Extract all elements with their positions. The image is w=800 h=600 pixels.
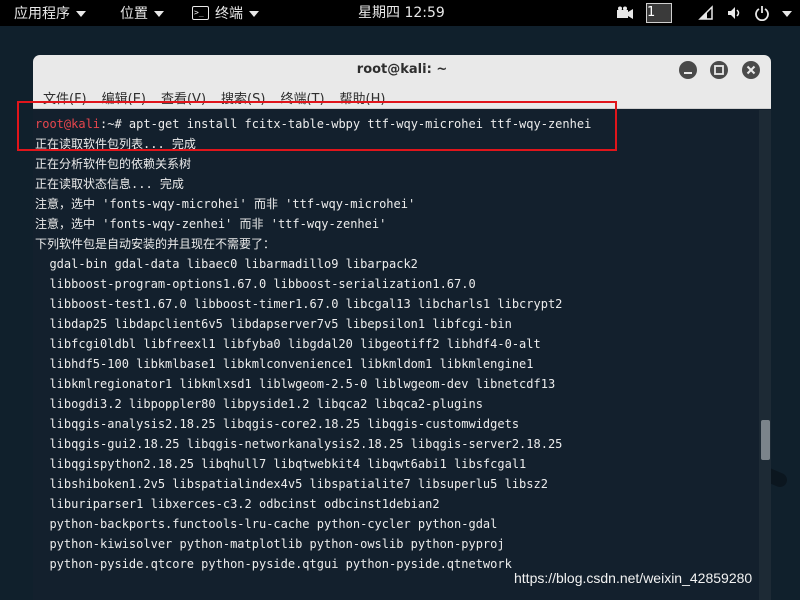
- output-line: 正在读取软件包列表... 完成: [35, 137, 196, 151]
- output-line: liburiparser1 libxerces-c3.2 odbcinst od…: [35, 497, 440, 511]
- command-line: root@kali:~# apt-get install fcitx-table…: [35, 114, 591, 134]
- system-menu-chevron-icon[interactable]: [782, 9, 792, 17]
- output-line: libshiboken1.2v5 libspatialindex4v5 libs…: [35, 477, 548, 491]
- menu-bar: 文件(F) 编辑(E) 查看(V) 搜索(S) 终端(T) 帮助(H): [33, 87, 771, 109]
- chevron-down-icon: [76, 11, 86, 17]
- terminal-output[interactable]: root@kali:~# apt-get install fcitx-table…: [33, 110, 759, 600]
- output-line: 注意，选中 'fonts-wqy-zenhei' 而非 'ttf-wqy-zen…: [35, 217, 387, 231]
- terminal-app-menu-label: 终端: [215, 6, 243, 22]
- power-icon[interactable]: [754, 5, 770, 21]
- terminal-scrollbar[interactable]: [759, 110, 771, 600]
- minimize-button[interactable]: [679, 61, 697, 79]
- maximize-button[interactable]: [710, 61, 728, 79]
- places-menu-label: 位置: [120, 6, 148, 22]
- output-line: libogdi3.2 libpoppler80 libpyside1.2 lib…: [35, 397, 483, 411]
- output-line: libkmlregionator1 libkmlxsd1 liblwgeom-2…: [35, 377, 556, 391]
- output-line: libhdf5-100 libkmlbase1 libkmlconvenienc…: [35, 357, 534, 371]
- maximize-icon: [714, 65, 724, 75]
- output-line: libboost-test1.67.0 libboost-timer1.67.0…: [35, 297, 563, 311]
- output-line: 注意，选中 'fonts-wqy-microhei' 而非 'ttf-wqy-m…: [35, 197, 416, 211]
- output-line: libqgispython2.18.25 libqhull7 libqtwebk…: [35, 457, 527, 471]
- close-button[interactable]: [742, 61, 760, 79]
- terminal-icon: >_: [192, 6, 209, 20]
- workspace-indicator[interactable]: 1: [646, 3, 672, 23]
- output-line: 正在分析软件包的依赖关系树: [35, 157, 192, 171]
- watermark: https://blog.csdn.net/weixin_42859280: [514, 570, 753, 586]
- minimize-icon: [684, 72, 692, 74]
- volume-icon[interactable]: [726, 5, 742, 21]
- close-icon: [746, 65, 756, 75]
- chevron-down-icon: [154, 11, 164, 17]
- output-line: 下列软件包是自动安装的并且现在不需要了：: [35, 237, 276, 251]
- terminal-app-menu[interactable]: >_ 终端: [184, 0, 267, 26]
- chevron-down-icon: [249, 11, 259, 17]
- camera-icon[interactable]: [616, 6, 634, 20]
- scrollbar-thumb[interactable]: [761, 420, 770, 460]
- menu-file[interactable]: 文件(F): [43, 88, 87, 107]
- top-panel: 应用程序 位置 >_ 终端 星期四 12:59 1: [0, 0, 800, 26]
- output-line: libqgis-analysis2.18.25 libqgis-core2.18…: [35, 417, 520, 431]
- applications-menu-label: 应用程序: [14, 6, 70, 22]
- menu-terminal[interactable]: 终端(T): [280, 88, 324, 107]
- command-text: :~# apt-get install fcitx-table-wbpy ttf…: [100, 117, 592, 131]
- applications-menu[interactable]: 应用程序: [6, 0, 94, 26]
- terminal-window: root@kali: ~ 文件(F) 编辑(E) 查看(V) 搜索(S) 终端(…: [33, 55, 771, 600]
- output-line: 正在读取状态信息... 完成: [35, 177, 184, 191]
- menu-view[interactable]: 查看(V): [161, 88, 206, 107]
- terminal-lines: root@kali:~# apt-get install fcitx-table…: [35, 114, 591, 574]
- output-line: python-backports.functools-lru-cache pyt…: [35, 517, 498, 531]
- output-line: libfcgi0ldbl libfreexl1 libfyba0 libgdal…: [35, 337, 541, 351]
- clock[interactable]: 星期四 12:59: [358, 0, 445, 26]
- network-icon[interactable]: [698, 5, 714, 21]
- output-line: libboost-program-options1.67.0 libboost-…: [35, 277, 476, 291]
- title-bar[interactable]: root@kali: ~: [33, 55, 771, 88]
- output-line: gdal-bin gdal-data libaec0 libarmadillo9…: [35, 257, 418, 271]
- menu-edit[interactable]: 编辑(E): [102, 88, 146, 107]
- desktop: 应用程序 位置 >_ 终端 星期四 12:59 1 root@kali: ~ 文…: [0, 0, 800, 600]
- places-menu[interactable]: 位置: [112, 0, 172, 26]
- window-title: root@kali: ~: [356, 62, 448, 77]
- output-line: libqgis-gui2.18.25 libqgis-networkanalys…: [35, 437, 563, 451]
- output-line: python-kiwisolver python-matplotlib pyth…: [35, 537, 505, 551]
- prompt-user: root@kali: [35, 117, 101, 131]
- system-tray: 1: [610, 0, 800, 26]
- output-line: libdap25 libdapclient6v5 libdapserver7v5…: [35, 317, 512, 331]
- menu-search[interactable]: 搜索(S): [221, 88, 265, 107]
- output-line: python-pyside.qtcore python-pyside.qtgui…: [35, 557, 512, 571]
- menu-help[interactable]: 帮助(H): [340, 88, 386, 107]
